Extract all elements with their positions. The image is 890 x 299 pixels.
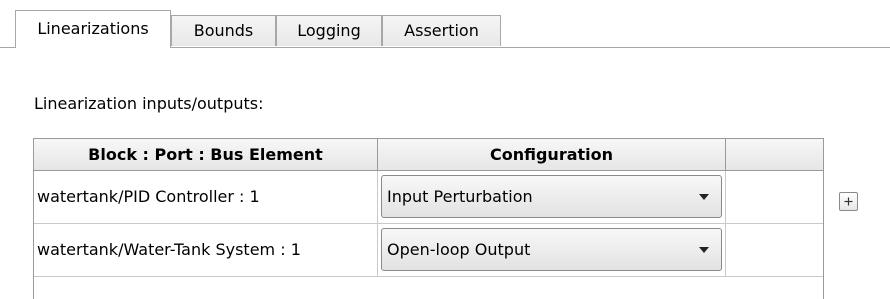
- tab-linearizations[interactable]: Linearizations: [15, 10, 171, 48]
- column-header-empty: [726, 139, 823, 170]
- column-header-configuration[interactable]: Configuration: [378, 139, 726, 170]
- table-header: Block : Port : Bus Element Configuration: [34, 139, 823, 171]
- tab-strip: Linearizations Bounds Logging Assertion: [0, 0, 890, 48]
- configuration-cell: Input Perturbation: [378, 171, 726, 223]
- table-row[interactable]: watertank/Water-Tank System : 1 Open-loo…: [34, 224, 823, 277]
- chevron-down-icon[interactable]: [699, 194, 709, 200]
- configuration-dropdown[interactable]: Open-loop Output: [381, 228, 722, 271]
- table-row[interactable]: watertank/PID Controller : 1 Input Pertu…: [34, 171, 823, 224]
- tab-assertion[interactable]: Assertion: [382, 15, 501, 46]
- configuration-dropdown[interactable]: Input Perturbation: [381, 175, 722, 218]
- section-label: Linearization inputs/outputs:: [34, 94, 264, 113]
- plus-icon: [844, 197, 853, 206]
- block-port-cell: watertank/Water-Tank System : 1: [34, 224, 378, 276]
- tab-bounds[interactable]: Bounds: [171, 15, 276, 46]
- linearization-io-table: Block : Port : Bus Element Configuration…: [33, 138, 824, 299]
- dropdown-value: Open-loop Output: [387, 240, 531, 259]
- column-header-block-port[interactable]: Block : Port : Bus Element: [34, 139, 378, 170]
- tab-logging[interactable]: Logging: [276, 15, 382, 46]
- chevron-down-icon[interactable]: [699, 247, 709, 253]
- add-button[interactable]: [839, 192, 858, 211]
- block-port-cell: watertank/PID Controller : 1: [34, 171, 378, 223]
- configuration-cell: Open-loop Output: [378, 224, 726, 276]
- dropdown-value: Input Perturbation: [387, 187, 533, 206]
